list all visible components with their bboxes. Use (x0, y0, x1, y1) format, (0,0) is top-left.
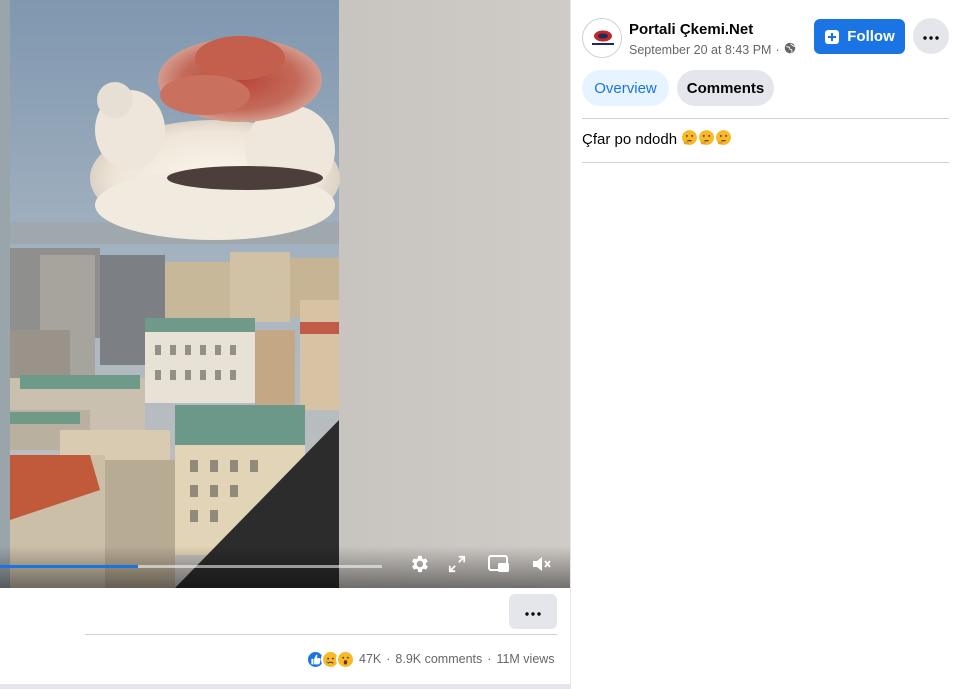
views-count: 11M views (496, 652, 555, 666)
picture-in-picture-icon (487, 553, 511, 580)
video-more-options-button[interactable] (509, 594, 557, 629)
video-footer (0, 588, 570, 689)
divider (85, 634, 557, 635)
post-text: Çfar po ndodh (582, 131, 678, 148)
video-progress-bar[interactable] (0, 565, 382, 568)
thinking-face-icon (715, 129, 732, 150)
follow-button[interactable]: Follow (814, 19, 905, 54)
separator-dot: · (775, 42, 780, 57)
follow-page-icon (824, 29, 840, 45)
video-frame (0, 0, 570, 588)
tab-overview[interactable]: Overview (582, 70, 669, 106)
page-name-link[interactable]: Portali Çkemi.Net (629, 21, 753, 38)
settings-button[interactable] (405, 552, 433, 580)
comments-count[interactable]: 8.9K comments (395, 652, 482, 666)
expand-icon (448, 555, 466, 578)
reaction-count[interactable]: 47K (359, 652, 381, 666)
wow-reaction-icon (336, 649, 355, 669)
mini-player-button[interactable] (485, 552, 513, 580)
globe-icon (784, 42, 796, 57)
fullscreen-button[interactable] (443, 552, 471, 580)
separator-dot: · (487, 652, 492, 666)
mute-button[interactable] (528, 552, 556, 580)
thinking-face-icon (698, 129, 715, 150)
post-timestamp[interactable]: September 20 at 8:43 PM (629, 43, 771, 57)
divider (582, 118, 949, 119)
video-player[interactable] (0, 0, 570, 588)
separator-dot: · (386, 652, 391, 666)
tab-comments[interactable]: Comments (677, 70, 774, 106)
more-dots-icon (525, 603, 541, 621)
divider (582, 162, 949, 163)
post-emojis (681, 129, 732, 150)
post-caption: Çfar po ndodh (582, 129, 732, 150)
post-more-options-button[interactable] (913, 18, 949, 54)
post-meta: September 20 at 8:43 PM · (629, 42, 796, 57)
gear-icon (408, 553, 430, 580)
video-panel: 47K · 8.9K comments · 11M views (0, 0, 570, 689)
volume-muted-icon (530, 553, 554, 580)
page-logo (584, 20, 621, 57)
bottom-edge (0, 684, 570, 689)
page-avatar[interactable] (582, 18, 622, 58)
follow-label: Follow (847, 28, 895, 45)
video-progress-fill (0, 565, 138, 568)
engagement-stats: 47K · 8.9K comments · 11M views (306, 648, 555, 670)
reactions-summary[interactable] (306, 649, 355, 669)
thinking-face-icon (681, 129, 698, 150)
more-dots-icon (923, 27, 939, 45)
post-viewer: 47K · 8.9K comments · 11M views Portali … (0, 0, 967, 689)
